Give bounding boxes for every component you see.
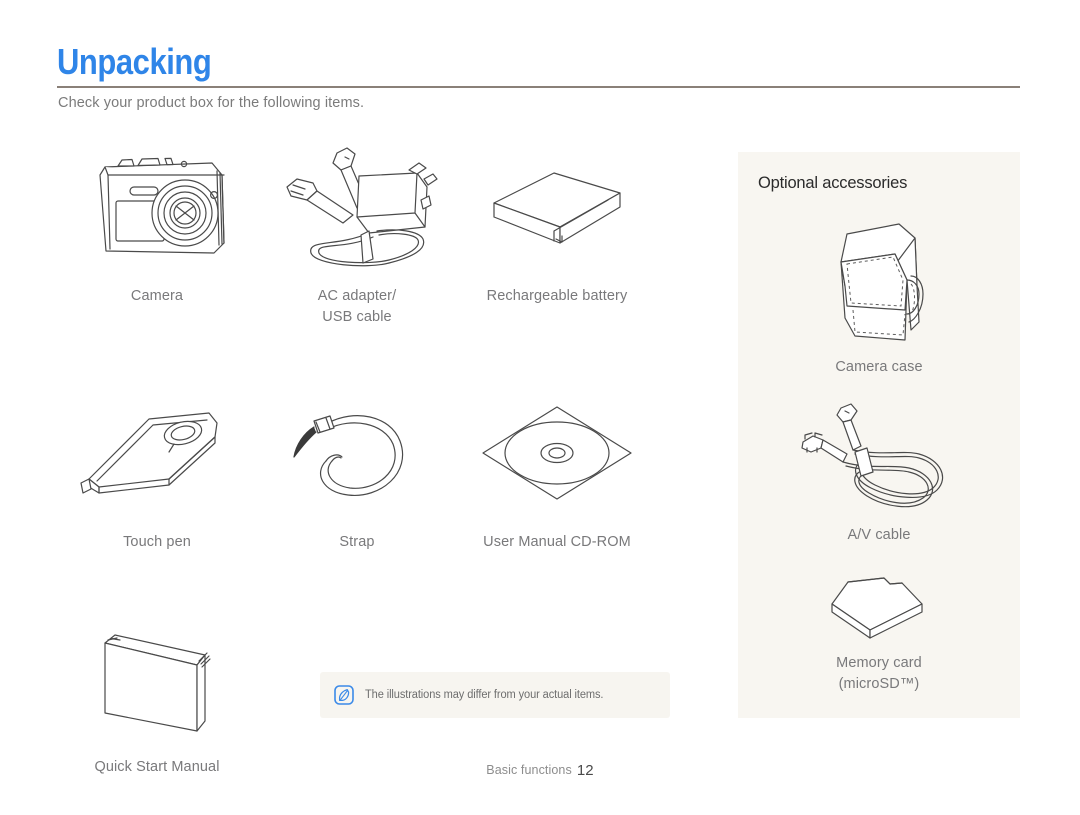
optional-item-memory-card: Memory card (microSD™) <box>738 570 1020 695</box>
note-text: The illustrations may differ from your a… <box>365 689 604 701</box>
touch-pen-icon <box>77 386 237 526</box>
note-box: The illustrations may differ from your a… <box>320 672 670 718</box>
item-label: Strap <box>339 534 375 550</box>
optional-item-camera-case: Camera case <box>738 214 1020 378</box>
battery-icon <box>482 140 632 280</box>
page-title: Unpacking <box>57 41 212 82</box>
quick-start-manual-icon <box>87 611 227 751</box>
item-label: User Manual CD-ROM <box>483 534 631 550</box>
strap-icon <box>282 386 432 526</box>
item-ac-adapter: AC adapter/ USB cable <box>257 140 457 328</box>
ac-adapter-usb-cable-icon <box>277 140 438 280</box>
optional-item-av-cable: A/V cable <box>738 402 1020 546</box>
av-cable-icon <box>799 402 959 517</box>
footer-page-number: 12 <box>576 762 594 779</box>
item-battery: Rechargeable battery <box>457 140 657 328</box>
item-strap: Strap <box>257 386 457 553</box>
memory-card-icon <box>824 570 934 645</box>
item-touch-pen: Touch pen <box>57 386 257 553</box>
footer: Basic functions 12 <box>0 762 1080 779</box>
camera-icon <box>72 140 242 280</box>
footer-section: Basic functions <box>486 763 572 777</box>
item-cd-rom: User Manual CD-ROM <box>457 386 657 553</box>
item-camera: Camera <box>57 140 257 328</box>
intro-text: Check your product box for the following… <box>58 95 365 111</box>
item-quick-start-manual: Quick Start Manual <box>57 611 257 778</box>
item-label: Camera <box>130 288 184 304</box>
optional-item-label: A/V cable <box>847 527 911 543</box>
optional-accessories-panel: Optional accessories Camera case A/V cab… <box>738 152 1020 718</box>
optional-item-label: Camera case <box>835 359 923 375</box>
item-label: Rechargeable battery <box>486 288 628 304</box>
cd-rom-icon <box>477 386 637 526</box>
item-label: Touch pen <box>123 534 191 550</box>
optional-accessories-heading: Optional accessories <box>758 174 908 192</box>
items-row: Touch pen Strap User Manual CD-ROM <box>57 386 717 553</box>
note-pen-icon <box>334 685 354 705</box>
optional-item-label: Memory card (microSD™) <box>836 655 922 692</box>
item-label: AC adapter/ USB cable <box>317 288 397 325</box>
title-divider <box>57 86 1020 88</box>
items-row: Camera AC adapter/ USB cable Rechargeabl… <box>57 140 717 328</box>
camera-case-icon <box>819 214 939 349</box>
